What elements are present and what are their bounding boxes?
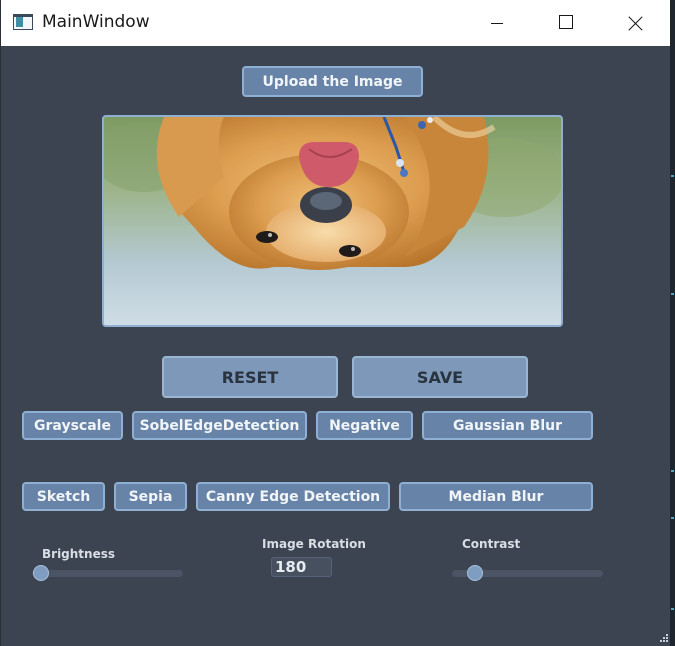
upload-image-button[interactable]: Upload the Image bbox=[242, 66, 423, 97]
canny-edge-detection-button[interactable]: Canny Edge Detection bbox=[196, 482, 390, 511]
contrast-slider[interactable] bbox=[452, 565, 603, 581]
size-grip-icon[interactable] bbox=[659, 634, 669, 644]
title-bar: MainWindow bbox=[1, 0, 671, 46]
contrast-slider-handle[interactable] bbox=[467, 565, 483, 581]
brightness-slider[interactable] bbox=[32, 565, 183, 581]
main-window: MainWindow Upload the Image RESET SAVE G… bbox=[0, 0, 671, 646]
maximize-icon[interactable] bbox=[543, 0, 589, 46]
window-title: MainWindow bbox=[42, 12, 150, 32]
image-rotation-label: Image Rotation bbox=[262, 537, 366, 551]
image-rotation-spinbox[interactable]: 180 bbox=[271, 557, 332, 577]
median-blur-button[interactable]: Median Blur bbox=[399, 482, 593, 511]
image-preview bbox=[102, 115, 563, 327]
save-button[interactable]: SAVE bbox=[352, 356, 528, 398]
gaussian-blur-button[interactable]: Gaussian Blur bbox=[422, 411, 593, 440]
reset-button[interactable]: RESET bbox=[162, 356, 338, 398]
contrast-label: Contrast bbox=[462, 537, 521, 551]
app-window-icon bbox=[13, 14, 33, 30]
close-icon[interactable] bbox=[613, 0, 659, 46]
negative-button[interactable]: Negative bbox=[316, 411, 413, 440]
sketch-button[interactable]: Sketch bbox=[22, 482, 105, 511]
brightness-slider-handle[interactable] bbox=[33, 565, 49, 581]
sobel-edge-detection-button[interactable]: SobelEdgeDetection bbox=[132, 411, 307, 440]
sepia-button[interactable]: Sepia bbox=[114, 482, 187, 511]
background-window-edge bbox=[670, 0, 675, 646]
brightness-label: Brightness bbox=[42, 547, 116, 561]
grayscale-button[interactable]: Grayscale bbox=[22, 411, 123, 440]
puppy-image bbox=[104, 117, 561, 325]
minimize-icon[interactable] bbox=[475, 0, 521, 46]
